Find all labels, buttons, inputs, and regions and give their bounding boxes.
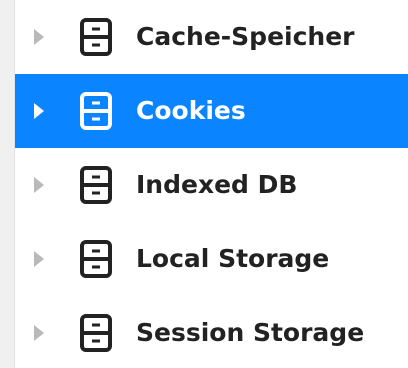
tree-item-session-storage[interactable]: Session Storage: [15, 296, 408, 368]
expand-arrow-icon[interactable]: [34, 29, 44, 45]
storage-icon: [79, 240, 113, 278]
tree-item-local-storage[interactable]: Local Storage: [15, 222, 408, 296]
storage-icon: [79, 18, 113, 56]
storage-icon: [79, 314, 113, 352]
storage-tree: Cache-Speicher Cookies Indexed DB Local …: [15, 0, 408, 368]
expand-arrow-icon[interactable]: [34, 251, 44, 267]
storage-icon: [79, 166, 113, 204]
tree-item-label: Cache-Speicher: [136, 22, 355, 51]
tree-item-cookies[interactable]: Cookies: [15, 74, 408, 148]
tree-item-label: Indexed DB: [136, 170, 298, 199]
tree-gutter: [0, 0, 15, 368]
expand-arrow-icon[interactable]: [34, 177, 44, 193]
tree-item-label: Session Storage: [136, 318, 365, 347]
expand-arrow-icon[interactable]: [34, 325, 44, 341]
tree-item-label: Cookies: [136, 96, 246, 125]
tree-item-indexed-db[interactable]: Indexed DB: [15, 148, 408, 222]
storage-icon: [79, 92, 113, 130]
tree-item-label: Local Storage: [136, 244, 330, 273]
expand-arrow-icon[interactable]: [34, 103, 44, 119]
tree-item-cache-storage[interactable]: Cache-Speicher: [15, 0, 408, 74]
